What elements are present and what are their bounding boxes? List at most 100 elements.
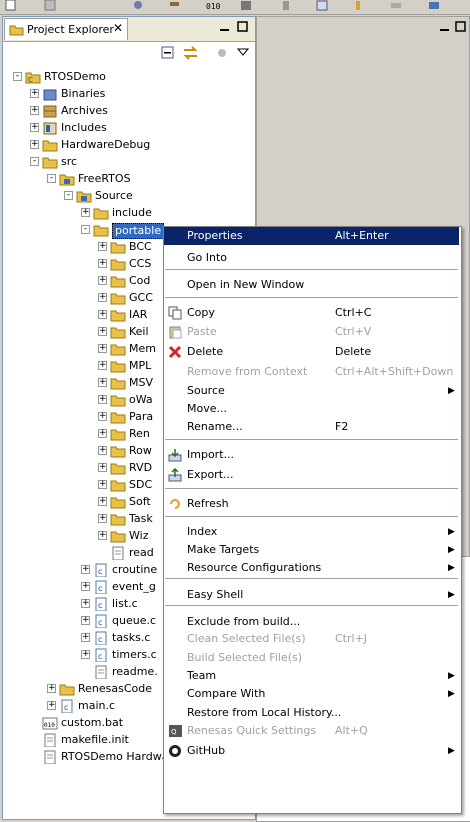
tree-expander-icon[interactable]: +: [98, 497, 107, 506]
tree-expander-icon[interactable]: +: [47, 684, 56, 693]
tree-expander-icon[interactable]: +: [98, 531, 107, 540]
tree-expander-icon[interactable]: +: [98, 429, 107, 438]
pin-icon[interactable]: [280, 0, 294, 11]
window-icon[interactable]: [316, 0, 330, 11]
editor-maximize-icon[interactable]: [455, 21, 466, 32]
tree-expander-icon[interactable]: +: [98, 395, 107, 404]
tree-expander-icon[interactable]: +: [81, 650, 90, 659]
tree-expander-icon[interactable]: +: [98, 463, 107, 472]
tree-expander-icon[interactable]: +: [98, 514, 107, 523]
binaries-icon: [43, 89, 57, 101]
menu-item-delete[interactable]: Delete Delete: [164, 343, 459, 361]
tree-expander-icon[interactable]: -: [47, 174, 56, 183]
new-file-icon[interactable]: [4, 0, 18, 11]
svg-text:C: C: [28, 76, 33, 84]
menu-item-team[interactable]: Team ▶: [164, 667, 459, 685]
menu-item-restore-from-local-history[interactable]: Restore from Local History...: [164, 704, 459, 722]
tree-expander-icon[interactable]: +: [98, 259, 107, 268]
menu-item-renesas-quick-settings[interactable]: Q Renesas Quick Settings Alt+Q: [164, 722, 459, 740]
tree-item-label: list.c: [112, 597, 138, 610]
tree-expander-icon[interactable]: +: [98, 412, 107, 421]
menu-item-open-in-new-window[interactable]: Open in New Window: [164, 276, 459, 294]
tree-item[interactable]: - FreeRTOS: [3, 171, 255, 188]
menu-item-label: Make Targets: [187, 543, 260, 556]
forward-icon[interactable]: [428, 0, 442, 11]
menu-item-shortcut: Delete: [335, 345, 372, 358]
svg-text:c: c: [98, 567, 102, 576]
tree-expander-icon[interactable]: +: [30, 106, 39, 115]
tree-expander-icon[interactable]: +: [81, 616, 90, 625]
tree-expander-icon[interactable]: +: [81, 582, 90, 591]
menu-item-move[interactable]: Move...: [164, 400, 459, 418]
tree-item[interactable]: + Includes: [3, 120, 255, 137]
tree-expander-icon[interactable]: -: [30, 157, 39, 166]
project-explorer-tab[interactable]: Project Explorer ✕: [4, 18, 128, 40]
tree-expander-icon[interactable]: +: [30, 89, 39, 98]
binary-icon[interactable]: 010: [206, 0, 220, 11]
menu-item-source[interactable]: Source ▶: [164, 382, 459, 400]
tree-expander-icon[interactable]: +: [98, 446, 107, 455]
menu-item-rename[interactable]: Rename... F2: [164, 418, 459, 436]
tree-expander-icon[interactable]: +: [30, 140, 39, 149]
tree-item[interactable]: - Source: [3, 188, 255, 205]
tree-item[interactable]: - C RTOSDemo: [3, 69, 255, 86]
svg-text:c: c: [98, 652, 102, 661]
tree-expander-icon[interactable]: -: [64, 191, 73, 200]
tree-expander-icon[interactable]: -: [13, 72, 22, 81]
tree-expander-icon[interactable]: +: [47, 701, 56, 710]
debug-icon[interactable]: [240, 0, 254, 11]
settings-icon[interactable]: [132, 0, 146, 11]
menu-item-go-into[interactable]: Go Into: [164, 249, 459, 267]
tree-expander-icon[interactable]: +: [81, 633, 90, 642]
tree-expander-icon[interactable]: +: [98, 276, 107, 285]
menu-item-label: Export...: [187, 468, 234, 481]
menu-item-build-selected-file-s[interactable]: Build Selected File(s): [164, 649, 459, 667]
menu-item-remove-from-context[interactable]: Remove from Context Ctrl+Alt+Shift+Down: [164, 363, 459, 381]
menu-item-resource-configurations[interactable]: Resource Configurations ▶: [164, 559, 459, 577]
tree-item[interactable]: + HardwareDebug: [3, 137, 255, 154]
filter-icon[interactable]: [215, 46, 229, 60]
tree-expander-icon[interactable]: +: [98, 242, 107, 251]
close-tab-icon[interactable]: ✕: [113, 21, 123, 35]
menu-item-index[interactable]: Index ▶: [164, 523, 459, 541]
menu-item-compare-with[interactable]: Compare With ▶: [164, 685, 459, 703]
tree-expander-icon[interactable]: +: [81, 208, 90, 217]
view-menu-icon[interactable]: [237, 47, 249, 57]
menu-item-paste[interactable]: Paste Ctrl+V: [164, 323, 459, 341]
tree-expander-icon[interactable]: +: [98, 344, 107, 353]
tree-expander-icon[interactable]: +: [98, 361, 107, 370]
menu-item-label: Refresh: [187, 497, 229, 510]
tree-expander-icon[interactable]: +: [98, 327, 107, 336]
tree-expander-icon[interactable]: +: [98, 293, 107, 302]
menu-item-properties[interactable]: Properties Alt+Enter: [164, 227, 459, 245]
minimize-icon[interactable]: [219, 21, 230, 32]
tree-item[interactable]: + Archives: [3, 103, 255, 120]
menu-item-clean-selected-file-s[interactable]: Clean Selected File(s) Ctrl+J: [164, 630, 459, 648]
tree-expander-icon[interactable]: +: [30, 123, 39, 132]
pen-icon[interactable]: [352, 0, 366, 11]
menu-item-github[interactable]: GitHub ▶: [164, 742, 459, 760]
menu-item-easy-shell[interactable]: Easy Shell ▶: [164, 586, 459, 604]
menu-item-import[interactable]: Import...: [164, 446, 459, 464]
tree-expander-icon[interactable]: -: [81, 225, 90, 234]
menu-item-refresh[interactable]: Refresh: [164, 495, 459, 513]
tree-expander-icon[interactable]: +: [98, 310, 107, 319]
tree-item[interactable]: - src: [3, 154, 255, 171]
tree-expander-icon[interactable]: +: [81, 565, 90, 574]
menu-item-make-targets[interactable]: Make Targets ▶: [164, 541, 459, 559]
collapse-all-icon[interactable]: [161, 46, 175, 60]
tree-item[interactable]: + Binaries: [3, 86, 255, 103]
tree-expander-icon[interactable]: +: [98, 480, 107, 489]
menu-item-copy[interactable]: Copy Ctrl+C: [164, 304, 459, 322]
save-icon[interactable]: [44, 0, 58, 11]
menu-item-exclude-from-build[interactable]: Exclude from build...: [164, 613, 459, 631]
menu-item-export[interactable]: Export...: [164, 466, 459, 484]
back-icon[interactable]: [390, 0, 404, 11]
editor-minimize-icon[interactable]: [439, 21, 450, 32]
tree-expander-icon[interactable]: +: [98, 378, 107, 387]
build-hammer-icon[interactable]: [168, 0, 182, 11]
tree-item[interactable]: + include: [3, 205, 255, 222]
tree-expander-icon[interactable]: +: [81, 599, 90, 608]
maximize-icon[interactable]: [237, 21, 248, 32]
link-with-editor-icon[interactable]: [183, 46, 199, 60]
